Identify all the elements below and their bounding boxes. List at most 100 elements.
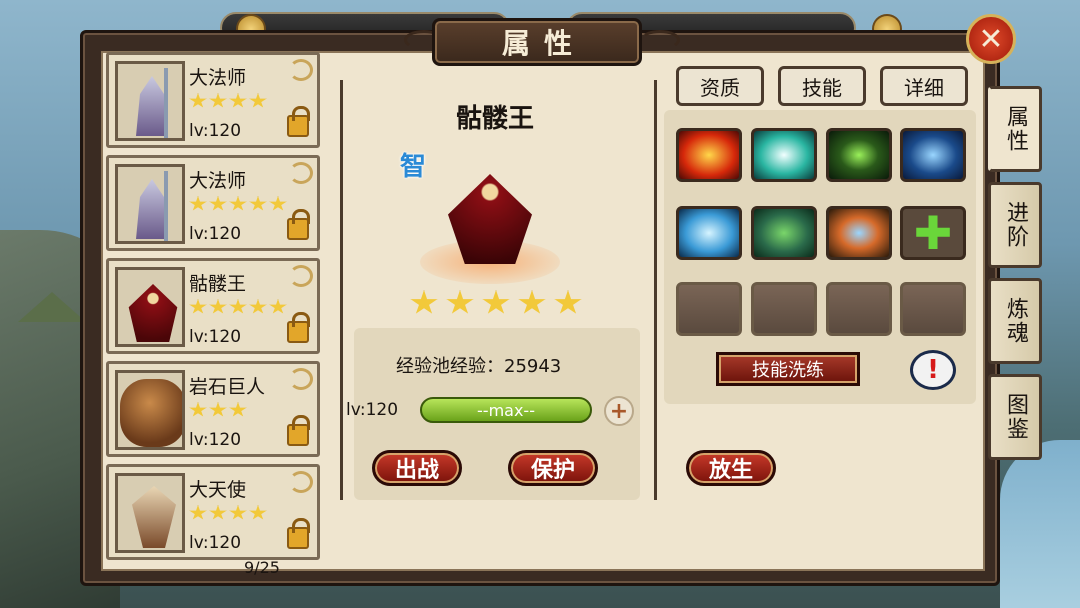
frog-skill-icon[interactable] xyxy=(751,206,817,260)
skeleton-king-figure xyxy=(128,284,178,342)
hero-name: 大天使 xyxy=(189,479,247,501)
hero-level: lv:120 xyxy=(189,327,242,347)
protect-button[interactable]: 保护 xyxy=(508,450,598,486)
star-icon xyxy=(249,299,267,314)
empty-skill-slot[interactable] xyxy=(676,282,742,336)
hero-card-2[interactable]: 骷髅王 lv:120 xyxy=(106,258,320,354)
side-tab-advance[interactable]: 进阶 xyxy=(988,182,1042,268)
star-icon xyxy=(518,290,546,314)
hero-detail-level: lv:120 xyxy=(346,400,399,420)
lock-icon[interactable] xyxy=(287,106,310,137)
skeleton-king-model xyxy=(448,174,532,264)
empty-skill-slot[interactable] xyxy=(900,282,966,336)
hero-detail-figure xyxy=(420,170,560,290)
star-icon xyxy=(482,290,510,314)
ornament-icon xyxy=(289,59,313,81)
release-button[interactable]: 放生 xyxy=(686,450,776,486)
ornament-icon xyxy=(289,368,313,390)
star-icon xyxy=(446,290,474,314)
exp-pool-text: 经验池经验：25943 xyxy=(396,356,562,377)
star-icon xyxy=(249,196,267,211)
star-icon xyxy=(189,402,207,417)
fire-skill-icon[interactable] xyxy=(676,128,742,182)
hero-stars xyxy=(189,93,267,109)
tab-quality[interactable]: 资质 xyxy=(676,66,764,106)
plus-icon: + xyxy=(609,398,629,424)
hero-detail-stars xyxy=(410,290,582,316)
ice-skill-icon[interactable] xyxy=(676,206,742,260)
lock-icon[interactable] xyxy=(287,312,310,343)
lock-icon[interactable] xyxy=(287,209,310,240)
background-tent xyxy=(18,292,86,322)
hero-list-count: 9/25 xyxy=(244,558,280,577)
rock-giant-figure xyxy=(120,379,182,447)
hero-portrait-archangel xyxy=(115,473,185,553)
tab-detail[interactable]: 详细 xyxy=(880,66,968,106)
hero-portrait-archmage xyxy=(115,61,185,141)
hero-card-0[interactable]: 大法师 lv:120 xyxy=(106,52,320,148)
hero-card-1[interactable]: 大法师 lv:120 xyxy=(106,155,320,251)
exp-bar-label: --max-- xyxy=(477,400,535,420)
hero-name: 大法师 xyxy=(189,170,247,192)
add-exp-button[interactable]: + xyxy=(604,396,634,426)
tab-skill[interactable]: 技能 xyxy=(778,66,866,106)
hero-portrait-skeleton-king xyxy=(115,267,185,347)
skill-wash-button[interactable]: 技能洗练 xyxy=(716,352,860,386)
lock-icon[interactable] xyxy=(287,518,310,549)
star-icon xyxy=(269,299,287,314)
hero-portrait-archmage xyxy=(115,164,185,244)
exp-progress-bar: --max-- xyxy=(420,397,592,423)
deploy-button[interactable]: 出战 xyxy=(372,450,462,486)
empty-skill-slot[interactable] xyxy=(751,282,817,336)
star-icon xyxy=(189,93,207,108)
star-icon xyxy=(249,505,267,520)
ornament-icon xyxy=(289,265,313,287)
hero-detail-name: 骷髅王 xyxy=(455,104,534,134)
star-icon xyxy=(209,93,227,108)
star-icon xyxy=(209,196,227,211)
hero-portrait-rock-giant xyxy=(115,370,185,450)
claw-skill-icon[interactable] xyxy=(900,128,966,182)
spark-skill-icon[interactable] xyxy=(826,128,892,182)
divider-right xyxy=(654,80,657,500)
star-icon xyxy=(189,505,207,520)
add-skill-icon[interactable]: ✚ xyxy=(900,206,966,260)
hero-stars xyxy=(189,299,287,315)
hero-stars xyxy=(189,505,267,521)
close-button[interactable]: ✕ xyxy=(966,14,1016,64)
star-icon xyxy=(209,505,227,520)
empty-skill-slot[interactable] xyxy=(826,282,892,336)
hero-level: lv:120 xyxy=(189,224,242,244)
hero-stars xyxy=(189,196,287,212)
side-tab-codex[interactable]: 图鉴 xyxy=(988,374,1042,460)
staff-icon xyxy=(164,171,168,241)
side-tab-attributes[interactable]: 属性 xyxy=(988,86,1042,172)
star-icon xyxy=(229,93,247,108)
star-icon xyxy=(189,196,207,211)
staff-icon xyxy=(164,68,168,138)
archangel-figure xyxy=(132,486,176,548)
hero-name: 骷髅王 xyxy=(189,273,247,295)
plus-icon: ✚ xyxy=(913,206,953,260)
star-icon xyxy=(554,290,582,314)
hero-stars xyxy=(189,402,247,418)
hero-card-4[interactable]: 大天使 lv:120 xyxy=(106,464,320,560)
lock-icon[interactable] xyxy=(287,415,310,446)
info-alert-icon[interactable]: ! xyxy=(910,350,956,390)
ornament-icon xyxy=(289,471,313,493)
title-ornament-right xyxy=(640,30,680,50)
divider-left xyxy=(340,80,343,500)
side-tab-soul-refine[interactable]: 炼魂 xyxy=(988,278,1042,364)
star-icon xyxy=(269,196,287,211)
star-icon xyxy=(209,402,227,417)
hero-level: lv:120 xyxy=(189,121,242,141)
hero-list[interactable]: 大法师 lv:120 大法师 lv:120 骷髅王 lv:120 岩石巨人 lv… xyxy=(106,52,320,567)
star-icon xyxy=(249,93,267,108)
star-icon xyxy=(229,196,247,211)
hero-card-3[interactable]: 岩石巨人 lv:120 xyxy=(106,361,320,457)
star-icon xyxy=(209,299,227,314)
star-icon xyxy=(229,402,247,417)
fist-skill-icon[interactable] xyxy=(826,206,892,260)
wind-skill-icon[interactable] xyxy=(751,128,817,182)
page-title: 属性 xyxy=(501,27,586,60)
